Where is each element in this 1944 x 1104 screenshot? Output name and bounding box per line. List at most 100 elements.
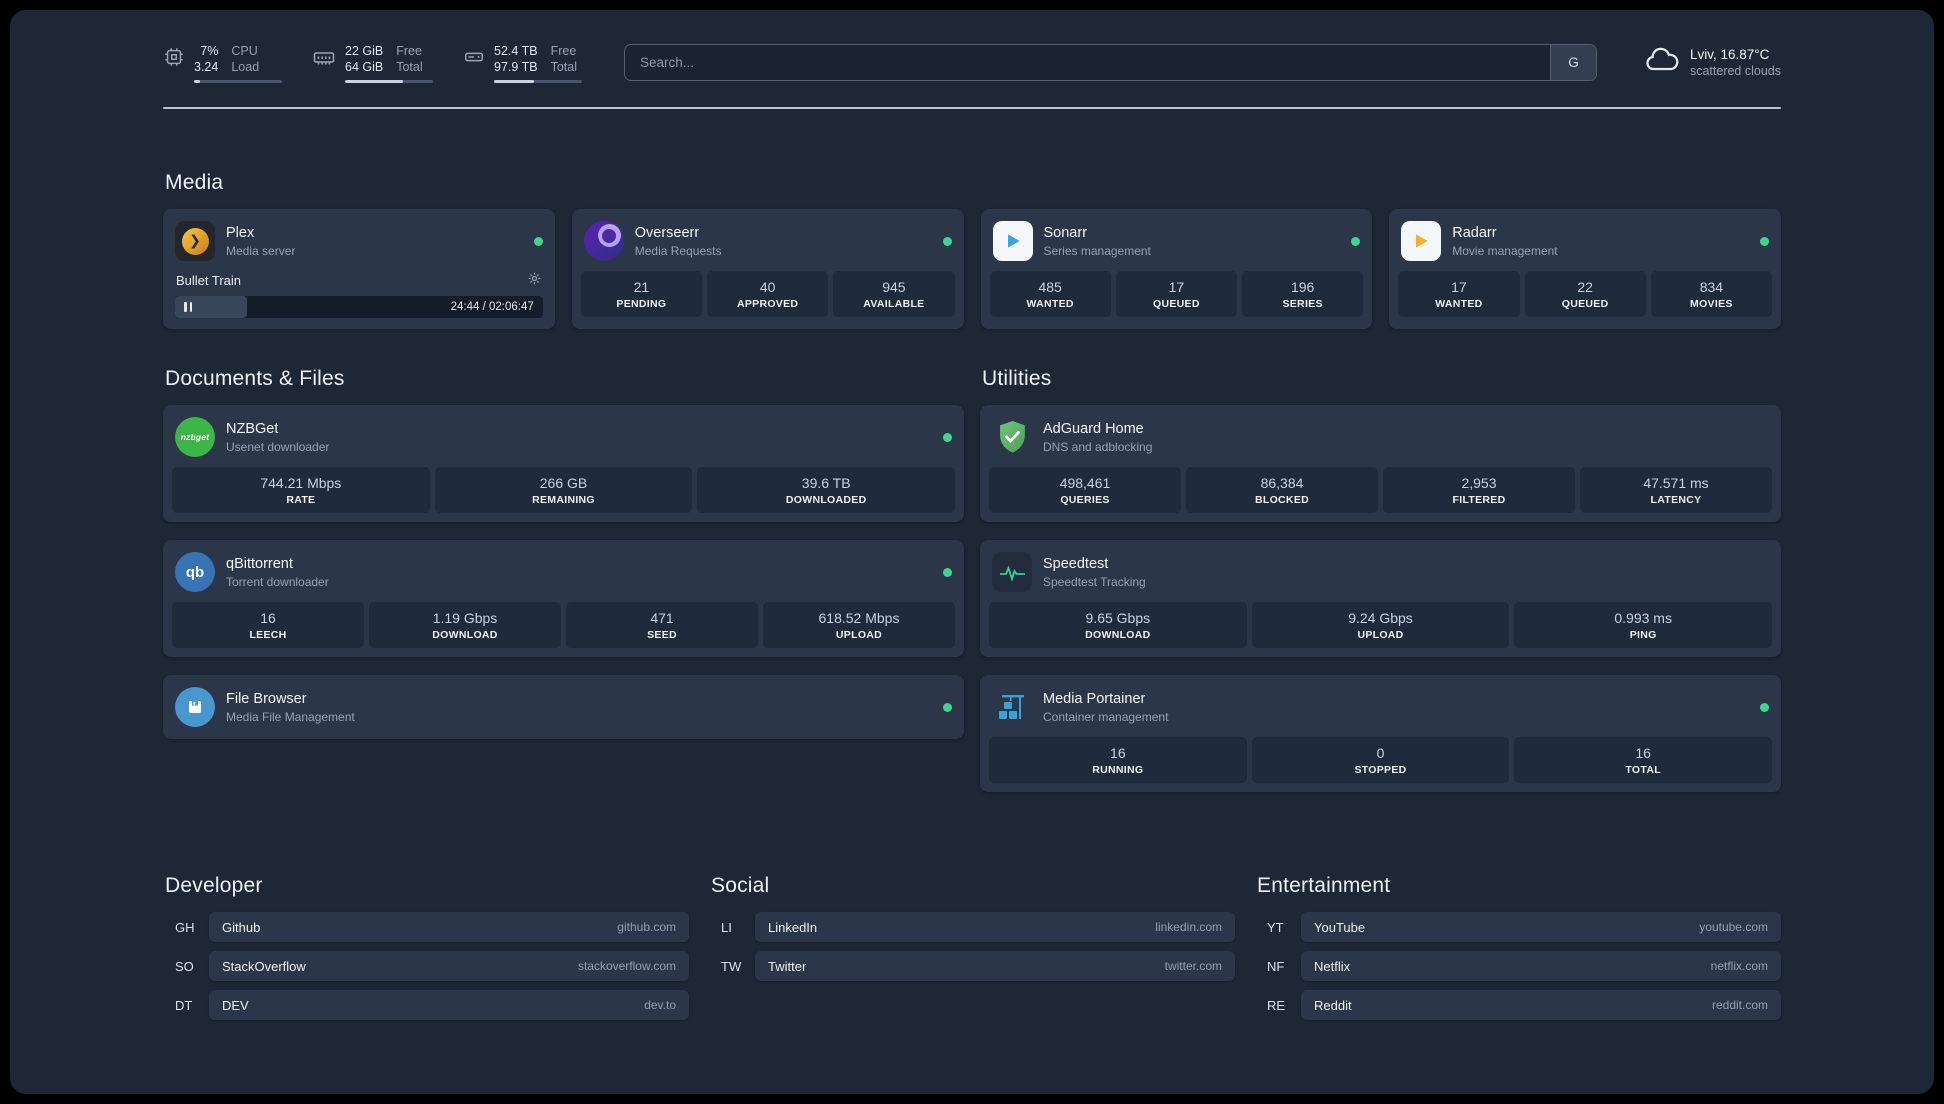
bookmark-link-stackoverflow[interactable]: StackOverflow stackoverflow.com [209, 951, 689, 981]
radarr-service-link[interactable]: Radarr Movie management [1398, 218, 1772, 271]
stat-value: 9.24 Gbps [1348, 610, 1413, 626]
status-dot [943, 567, 952, 577]
stat-block: 618.52 Mbps UPLOAD [763, 602, 955, 648]
cpu-load-label: Load [231, 60, 260, 74]
stat-value: 22 [1577, 279, 1593, 295]
stat-label: DOWNLOAD [1085, 629, 1151, 641]
search-provider-button[interactable]: G [1549, 45, 1596, 80]
service-description: Usenet downloader [226, 440, 330, 455]
utilities-section: Utilities AdGuard Home DNS and adblockin… [980, 367, 1781, 810]
bookmark-abbr: LI [721, 919, 732, 935]
adguard-service-link[interactable]: AdGuard Home DNS and adblocking [989, 414, 1772, 467]
stat-label: RUNNING [1092, 764, 1144, 776]
service-name: File Browser [226, 690, 307, 707]
stat-block: 485 WANTED [989, 271, 1111, 317]
adguard-icon [992, 417, 1032, 457]
disk-progress-bar [494, 79, 582, 83]
documents-section-title: Documents & Files [165, 367, 345, 390]
stat-label: DOWNLOAD [432, 629, 498, 641]
plex-service-link[interactable]: ❯ Plex Media server [172, 218, 546, 271]
stat-value: 945 [882, 279, 906, 295]
memory-resource-widget: 22 GiB 64 GiB Free Total [312, 43, 433, 83]
search-input[interactable] [625, 45, 1550, 80]
stat-block: 498,461 QUERIES [989, 467, 1181, 513]
bookmark-link-github[interactable]: Github github.com [209, 912, 689, 942]
service-name: Sonarr [1043, 224, 1088, 241]
stat-label: APPROVED [736, 298, 799, 310]
sonarr-service-link[interactable]: Sonarr Series management [990, 218, 1364, 271]
stat-block: 9.24 Gbps UPLOAD [1251, 602, 1510, 648]
gear-icon[interactable] [527, 271, 542, 289]
stat-label: AVAILABLE [863, 298, 925, 310]
bookmark-abbr: NF [1267, 958, 1285, 974]
bookmark-row: TW Twitter twitter.com [709, 951, 1235, 981]
qbittorrent-service-link[interactable]: qb qBittorrent Torrent downloader [172, 549, 955, 602]
stat-value: 16 [1110, 745, 1126, 761]
memory-total-value: 64 GiB [345, 60, 384, 74]
service-description: Container management [1043, 710, 1169, 725]
stat-block: 744.21 Mbps RATE [172, 467, 430, 513]
memory-icon [312, 43, 336, 83]
plex-card: ❯ Plex Media server Bullet Train 24:44 /… [163, 209, 555, 329]
overseerr-service-link[interactable]: Overseerr Media Requests [581, 218, 955, 271]
nzbget-service-link[interactable]: nzbget NZBGet Usenet downloader [172, 414, 955, 467]
stat-value: 16 [1635, 745, 1651, 761]
stat-block: 22 QUEUED [1524, 271, 1646, 317]
adguard-card: AdGuard Home DNS and adblocking 498,461 … [980, 405, 1781, 522]
radarr-card: Radarr Movie management 17 WANTED 22 QUE… [1389, 209, 1781, 329]
stat-block: 834 MOVIES [1650, 271, 1772, 317]
bookmark-link-youtube[interactable]: YouTube youtube.com [1301, 912, 1781, 942]
stat-value: 1.19 Gbps [432, 610, 498, 626]
stat-value: 39.6 TB [801, 475, 851, 491]
stat-label: FILTERED [1452, 494, 1506, 506]
bookmark-link-twitter[interactable]: Twitter twitter.com [755, 951, 1235, 981]
stat-block: 0.993 ms PING [1514, 602, 1773, 648]
service-description: Media Requests [634, 244, 722, 259]
filebrowser-service-link[interactable]: File Browser Media File Management [172, 684, 955, 730]
bookmark-link-linkedin[interactable]: LinkedIn linkedin.com [755, 912, 1235, 942]
stat-value: 21 [633, 279, 650, 295]
disk-free-value: 52.4 TB [494, 43, 538, 58]
service-name: Radarr [1452, 224, 1497, 241]
status-dot [1760, 236, 1769, 246]
memory-progress-bar [345, 79, 433, 83]
service-name: qBittorrent [226, 555, 293, 572]
portainer-service-link[interactable]: Media Portainer Container management [989, 684, 1772, 737]
stat-label: PING [1629, 629, 1657, 641]
stat-value: 17 [1168, 279, 1185, 295]
disk-resource-widget: 52.4 TB 97.9 TB Free Total [463, 43, 582, 83]
bookmark-abbr: YT [1267, 919, 1284, 935]
plex-now-playing: Bullet Train 24:44 / 02:06:47 [172, 271, 546, 320]
filebrowser-card: File Browser Media File Management [163, 675, 964, 739]
stat-block: 39.6 TB DOWNLOADED [697, 467, 956, 513]
stat-block: 2,953 FILTERED [1383, 467, 1575, 513]
service-description: DNS and adblocking [1043, 440, 1153, 455]
bookmark-row: GH Github github.com [163, 912, 689, 942]
overseerr-stats: 21 PENDING 40 APPROVED 945 AVAILABLE [580, 271, 955, 317]
stat-label: BLOCKED [1254, 494, 1309, 506]
bookmark-link-dev[interactable]: DEV dev.to [209, 990, 689, 1020]
stat-block: 40 APPROVED [707, 271, 829, 317]
status-dot [943, 702, 952, 712]
service-name: Media Portainer [1043, 690, 1146, 707]
service-description: Movie management [1452, 244, 1558, 259]
documents-section: Documents & Files nzbget NZBGet Usenet d… [163, 367, 964, 810]
stat-label: SEED [647, 629, 677, 641]
disk-total-label: Total [550, 60, 577, 74]
qbittorrent-icon: qb [175, 552, 215, 592]
stat-label: LATENCY [1650, 494, 1702, 506]
stat-label: TOTAL [1625, 764, 1661, 776]
speedtest-service-link[interactable]: Speedtest Speedtest Tracking [989, 549, 1772, 602]
stat-block: 21 PENDING [580, 271, 702, 317]
weather-widget: Lviv, 16.87°C scattered clouds [1643, 42, 1781, 83]
bookmark-row: NF Netflix netflix.com [1255, 951, 1781, 981]
stat-block: 0 STOPPED [1251, 737, 1510, 783]
status-dot [1351, 236, 1361, 246]
speedtest-stats: 9.65 Gbps DOWNLOAD 9.24 Gbps UPLOAD 0.99… [989, 602, 1773, 648]
bookmark-link-reddit[interactable]: Reddit reddit.com [1301, 990, 1781, 1020]
bookmark-link-netflix[interactable]: Netflix netflix.com [1301, 951, 1781, 981]
social-title: Social [711, 874, 770, 897]
media-section-title: Media [165, 171, 224, 194]
stat-label: WANTED [1435, 298, 1483, 310]
stat-label: MOVIES [1690, 298, 1733, 310]
